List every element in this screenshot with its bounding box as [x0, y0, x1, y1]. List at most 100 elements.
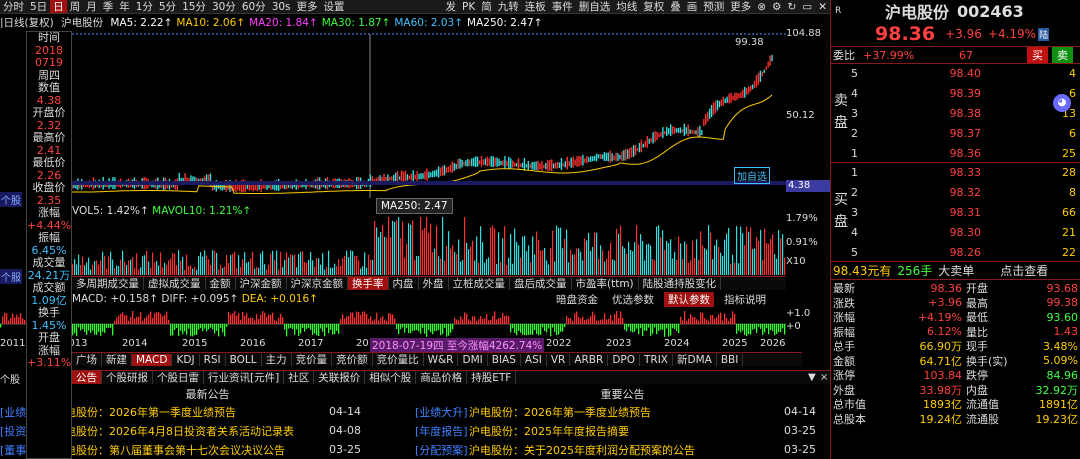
- macd-param-button[interactable]: 暗盘资金: [552, 292, 602, 307]
- toolbar-button[interactable]: 九转: [495, 0, 522, 13]
- side-label-1[interactable]: 个股: [0, 192, 22, 207]
- indicator-tab[interactable]: BOLL: [226, 353, 262, 366]
- volume-tab[interactable]: 内盘: [389, 277, 419, 290]
- refresh-icon[interactable]: ↻: [784, 1, 799, 13]
- volume-tab[interactable]: 金额: [206, 277, 236, 290]
- side-label-2[interactable]: 个服: [0, 269, 22, 284]
- indicator-tab[interactable]: ASI: [521, 353, 547, 366]
- toolbar-button[interactable]: 删自选: [576, 0, 614, 13]
- period-tab[interactable]: 15分: [179, 0, 209, 13]
- info-tab[interactable]: 关联报价: [314, 371, 366, 384]
- settings-icon[interactable]: ⚙: [769, 1, 784, 13]
- toolbar-button[interactable]: PK: [459, 1, 478, 13]
- info-tab[interactable]: 公告: [72, 371, 102, 384]
- volume-tab[interactable]: 换手率: [348, 277, 389, 290]
- volume-tab[interactable]: 陆股通持股变化: [639, 277, 722, 290]
- period-tab[interactable]: 30s: [269, 1, 294, 13]
- period-tab[interactable]: 月: [83, 0, 100, 13]
- macd-param-button[interactable]: 指标说明: [720, 292, 770, 307]
- indicator-tab[interactable]: VR: [547, 353, 571, 366]
- kline-chart[interactable]: [0, 28, 830, 198]
- toolbar-button[interactable]: 发: [443, 0, 460, 13]
- volume-tab[interactable]: 沪深京金额: [287, 277, 348, 290]
- volume-tab[interactable]: 多周期成交量: [72, 277, 144, 290]
- order-level[interactable]: 3 98.38 13: [831, 104, 1079, 124]
- indicator-tab[interactable]: DMI: [458, 353, 488, 366]
- period-tab[interactable]: 年: [116, 0, 133, 13]
- info-tab[interactable]: 行业资讯[元件]: [204, 371, 285, 384]
- announcement-row[interactable]: [年度报告] 沪电股份：2025年年度报告摘要 03-25: [415, 421, 816, 440]
- toolbar-button[interactable]: 画: [684, 0, 701, 13]
- announcement-row[interactable]: [分配预案] 沪电股份：关于2025年度利润分配预案的公告 03-25: [415, 440, 816, 459]
- period-tab[interactable]: 分时: [0, 0, 27, 13]
- order-level[interactable]: 5 98.40 4: [831, 64, 1079, 84]
- period-tab[interactable]: 季: [100, 0, 117, 13]
- order-level[interactable]: 1 98.36 25: [831, 143, 1079, 163]
- volume-tab[interactable]: 市盈率(ttm): [572, 277, 639, 290]
- order-level[interactable]: 3 98.31 66: [831, 203, 1079, 223]
- indicator-tab[interactable]: MACD: [132, 353, 173, 366]
- period-tab[interactable]: 1分: [133, 0, 156, 13]
- info-tab[interactable]: 相似个股: [365, 371, 417, 384]
- info-tab[interactable]: 持股ETF: [467, 371, 517, 384]
- toolbar-button[interactable]: 复权: [640, 0, 667, 13]
- indicator-tab[interactable]: 竞价额: [332, 353, 373, 366]
- indicator-tab[interactable]: 竞价量: [292, 353, 333, 366]
- order-level[interactable]: 4 98.39 6: [831, 84, 1079, 104]
- volume-tab[interactable]: 外盘: [419, 277, 449, 290]
- toolbar-button[interactable]: 连板: [522, 0, 549, 13]
- volume-chart[interactable]: [72, 215, 786, 275]
- period-tab[interactable]: 周: [67, 0, 84, 13]
- buy-button[interactable]: 买: [1027, 47, 1048, 63]
- indicator-tab[interactable]: DPO: [608, 353, 640, 366]
- period-tab[interactable]: 5分: [156, 0, 179, 13]
- collapse-icon[interactable]: ▼: [808, 372, 816, 383]
- info-tab[interactable]: 社区: [284, 371, 315, 384]
- macd-param-button[interactable]: 优选参数: [608, 292, 658, 307]
- close-icon[interactable]: ⊗: [754, 1, 769, 13]
- indicator-tab[interactable]: RSI: [200, 353, 226, 366]
- indicator-tab[interactable]: 主力: [262, 353, 292, 366]
- view-big-order-link[interactable]: 点击查看: [1000, 262, 1048, 279]
- period-tab[interactable]: 日: [50, 0, 67, 13]
- toolbar-button[interactable]: 均线: [613, 0, 640, 13]
- indicator-tab[interactable]: 新建: [102, 353, 132, 366]
- indicator-tab[interactable]: W&R: [424, 353, 459, 366]
- indicator-tab[interactable]: ARBR: [570, 353, 609, 366]
- volume-tab[interactable]: 盘后成交量: [510, 277, 572, 290]
- order-level[interactable]: 2 98.32 8: [831, 183, 1079, 203]
- toolbar-button[interactable]: 简: [478, 0, 495, 13]
- period-tab[interactable]: 更多: [294, 0, 321, 13]
- period-tab[interactable]: 5日: [27, 0, 50, 13]
- order-level[interactable]: 1 98.33 28: [831, 163, 1079, 183]
- indicator-tab[interactable]: BIAS: [488, 353, 521, 366]
- toolbar-button[interactable]: 预测: [700, 0, 727, 13]
- order-level[interactable]: 2 98.37 6: [831, 123, 1079, 143]
- indicator-tab[interactable]: 新DMA: [673, 353, 717, 366]
- period-tab[interactable]: 60分: [239, 0, 269, 13]
- indicator-tab[interactable]: BBI: [717, 353, 744, 366]
- toolbar-button[interactable]: 事件: [549, 0, 576, 13]
- volume-tab[interactable]: 沪深金额: [236, 277, 287, 290]
- big-order-row[interactable]: 98.43元有 256手 大卖单 点击查看: [831, 262, 1080, 280]
- info-tab[interactable]: 商品价格: [416, 371, 468, 384]
- order-level[interactable]: 4 98.30 21: [831, 222, 1079, 242]
- volume-tab[interactable]: 立桩成交量: [449, 277, 510, 290]
- info-tab[interactable]: 个股研报: [102, 371, 153, 384]
- add-favorite-button[interactable]: 加自选: [734, 167, 770, 184]
- macd-chart[interactable]: [0, 306, 786, 342]
- announcement-row[interactable]: [业绩大升] 沪电股份：2026年第一季度业绩预告 04-14: [415, 402, 816, 421]
- toolbar-button[interactable]: 更多: [727, 0, 754, 13]
- indicator-tab[interactable]: 竞价量比: [373, 353, 424, 366]
- order-level[interactable]: 5 98.26 22: [831, 242, 1079, 262]
- volume-tab[interactable]: 虚拟成交量: [144, 277, 206, 290]
- close-icon[interactable]: ×: [820, 372, 828, 383]
- toolbar-button[interactable]: 叠: [667, 0, 684, 13]
- assistant-icon[interactable]: ◕: [1053, 94, 1071, 112]
- sell-button[interactable]: 卖: [1052, 47, 1073, 63]
- indicator-tab[interactable]: KDJ: [172, 353, 200, 366]
- info-tab[interactable]: 个股日雷: [153, 371, 204, 384]
- close-icon[interactable]: ✕: [815, 1, 830, 13]
- period-tab[interactable]: 30分: [209, 0, 239, 13]
- period-tab[interactable]: 设置: [321, 0, 348, 13]
